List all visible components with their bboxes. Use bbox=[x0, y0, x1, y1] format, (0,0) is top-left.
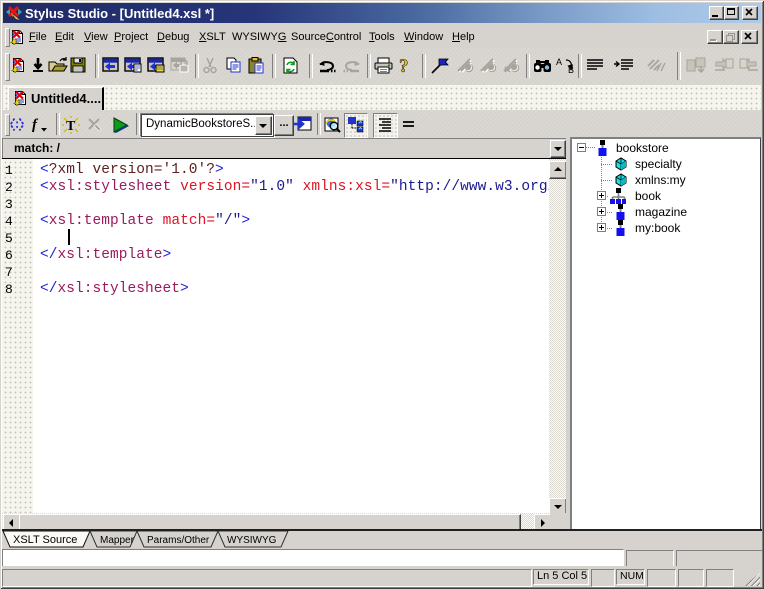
svg-text:A: A bbox=[556, 57, 562, 67]
svg-text:?: ? bbox=[399, 57, 409, 74]
svg-text:XSLT Source: XSLT Source bbox=[13, 534, 77, 546]
svg-text:Params/Other: Params/Other bbox=[147, 535, 210, 546]
svg-text:WYSIWYG: WYSIWYG bbox=[227, 535, 277, 546]
svg-text:T: T bbox=[66, 119, 76, 134]
svg-text:Mapper: Mapper bbox=[100, 535, 135, 546]
svg-text:f: f bbox=[32, 117, 39, 133]
